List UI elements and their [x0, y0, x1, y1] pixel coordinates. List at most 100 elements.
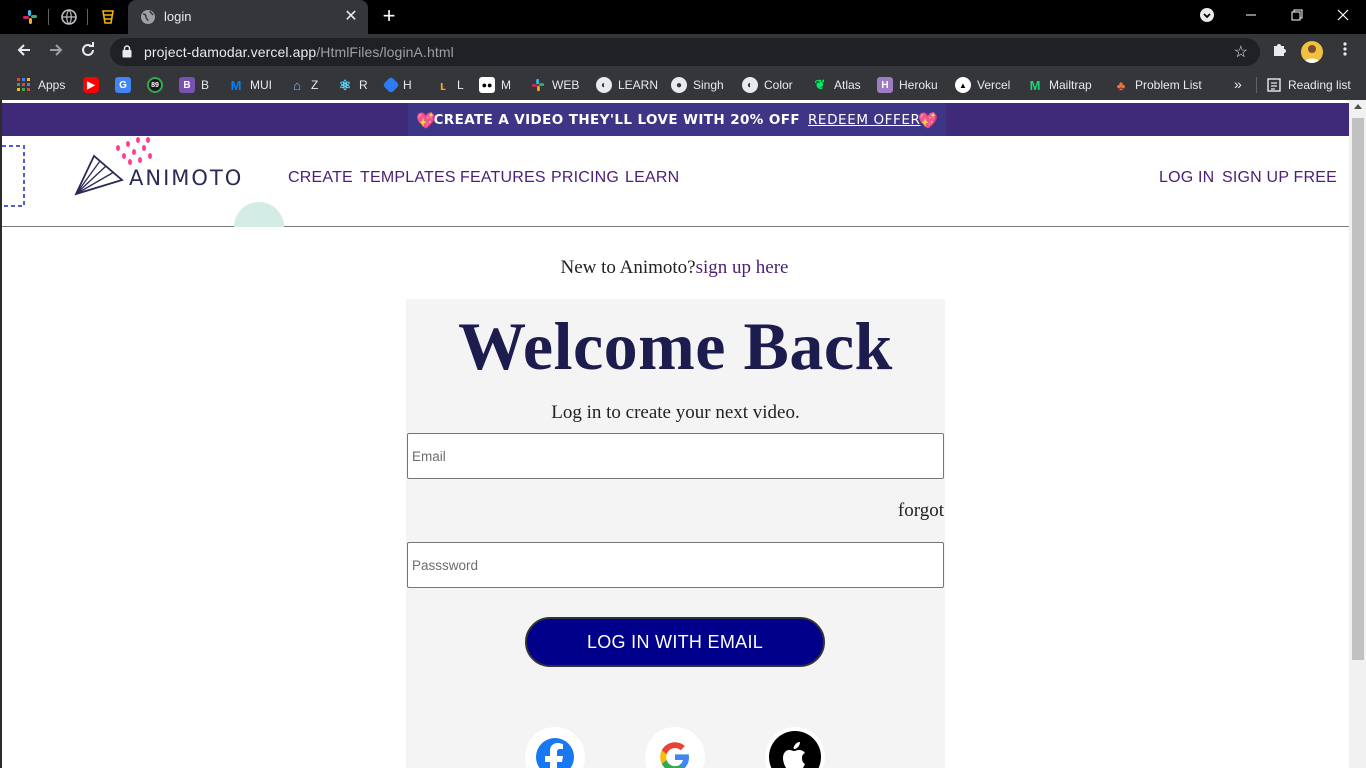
bookmark-heroku[interactable]: H Heroku	[877, 76, 938, 94]
bucket-icon	[102, 10, 114, 24]
chevron-down-icon	[1200, 8, 1214, 22]
person-icon	[1304, 45, 1320, 63]
restore-icon	[1291, 9, 1303, 21]
reload-button[interactable]	[75, 39, 101, 65]
reading-list-label: Reading list	[1288, 78, 1351, 92]
bookmark-singh[interactable]: ● Singh	[671, 76, 724, 94]
lock-icon[interactable]	[122, 45, 132, 58]
bookmark-r[interactable]: ⚛ R	[337, 76, 368, 94]
more-bookmarks-icon[interactable]: »	[1234, 76, 1242, 92]
bookmark-label: Heroku	[899, 78, 938, 92]
mailtrap-icon: M	[1029, 77, 1041, 93]
reading-list-button[interactable]: Reading list	[1266, 76, 1351, 94]
nav-templates[interactable]: TEMPLATES	[360, 169, 456, 187]
email-input[interactable]	[407, 433, 944, 479]
forgot-link[interactable]: forgot	[898, 500, 944, 522]
globe-icon: ◐	[596, 77, 612, 93]
bookmark-z[interactable]: ⌂ Z	[289, 76, 318, 94]
scroll-up-arrow-icon[interactable]	[1354, 104, 1362, 109]
arrow-left-icon	[17, 44, 30, 56]
bookmark-problem-list[interactable]: ♣ Problem List	[1113, 76, 1202, 94]
chrome-menu-button[interactable]	[1334, 41, 1356, 63]
signup-link[interactable]: sign up here	[696, 257, 789, 278]
facebook-icon	[536, 738, 574, 768]
google-icon	[660, 742, 689, 768]
hackerrank-icon	[382, 76, 400, 94]
bookmark-b[interactable]: BB	[179, 76, 209, 94]
mongodb-icon: ❦	[814, 77, 826, 92]
back-button[interactable]	[11, 39, 37, 65]
bookmark-label: R	[359, 78, 368, 92]
facebook-login-button[interactable]	[525, 727, 585, 768]
close-window-button[interactable]	[1320, 0, 1366, 30]
bookmark-learn[interactable]: ◐ LEARN	[596, 76, 658, 94]
extensions-button[interactable]	[1268, 41, 1290, 63]
pinned-tab-globe[interactable]	[51, 0, 87, 34]
bookmark-vercel[interactable]: ▲ Vercel	[955, 76, 1010, 94]
profile-avatar[interactable]	[1301, 41, 1323, 63]
tab-search-button[interactable]	[1184, 0, 1230, 30]
url-text[interactable]: project-damodar.vercel.app/HtmlFiles/log…	[144, 44, 454, 60]
bookmark-label: H	[403, 78, 412, 92]
pinned-tab-slack[interactable]	[12, 0, 48, 34]
login-card: Welcome Back Log in to create your next …	[406, 299, 945, 768]
google-login-button[interactable]	[645, 727, 705, 768]
vercel-icon: ▲	[955, 77, 971, 93]
new-tab-button[interactable]: +	[378, 5, 400, 28]
heart-icon: 💖	[918, 113, 938, 130]
welcome-title: Welcome Back	[458, 308, 893, 384]
nav-features[interactable]: FEATURES	[460, 169, 546, 187]
redeem-offer-link[interactable]: REDEEM OFFER	[808, 112, 921, 128]
forward-button[interactable]	[43, 39, 69, 65]
bookmark-label: Apps	[38, 78, 66, 92]
tab-divider	[48, 9, 49, 25]
bookmark-label: B	[201, 78, 210, 92]
github-icon: ●	[671, 77, 687, 93]
bookmark-mui[interactable]: M MUI	[228, 76, 272, 94]
animoto-logo[interactable]: ANIMOTO	[74, 137, 274, 202]
url-path: /HtmlFiles/loginA.html	[316, 44, 454, 60]
bookmark-web[interactable]: WEB	[530, 76, 579, 94]
bookmark-translate[interactable]: G	[115, 76, 137, 94]
nav-learn[interactable]: LEARN	[625, 169, 679, 187]
zomato-icon: ⌂	[293, 77, 301, 93]
nav-pricing[interactable]: PRICING	[551, 169, 619, 187]
logo-text: ANIMOTO	[129, 166, 244, 190]
address-bar[interactable]: project-damodar.vercel.app/HtmlFiles/log…	[110, 38, 1260, 66]
bookmark-youtube[interactable]: ▶	[83, 76, 105, 94]
header-signup-link[interactable]: SIGN UP FREE	[1222, 169, 1337, 187]
bookmark-apps[interactable]: Apps	[16, 76, 65, 94]
page-scrollbar[interactable]	[1349, 100, 1366, 768]
bookmark-mailtrap[interactable]: M Mailtrap	[1027, 76, 1092, 94]
puzzle-icon	[1274, 44, 1286, 56]
bookmark-label: L	[457, 78, 464, 92]
problem-list-icon: ♣	[1116, 77, 1126, 93]
login-with-email-button[interactable]: LOG IN WITH EMAIL	[525, 617, 825, 667]
bootstrap-icon: B	[179, 77, 195, 93]
signup-prompt: New to Animoto?sign up here	[0, 257, 1349, 279]
google-translate-icon: G	[115, 77, 131, 93]
badge-icon: 89	[147, 77, 163, 93]
bookmark-color[interactable]: ◐ Color	[742, 76, 793, 94]
promo-inner[interactable]: 💖 CREATE A VIDEO THEY'LL LOVE WITH 20% O…	[408, 103, 946, 136]
close-tab-icon[interactable]: ✕	[342, 8, 360, 26]
nav-create[interactable]: CREATE	[288, 169, 353, 187]
bookmark-label: WEB	[552, 78, 580, 92]
bookmark-label: M	[501, 78, 511, 92]
bookmark-atlas[interactable]: ❦ Atlas	[812, 76, 861, 94]
bookmark-h[interactable]: H	[382, 76, 412, 94]
password-input[interactable]	[407, 542, 944, 588]
bookmark-badge[interactable]: 89	[147, 76, 169, 94]
header-login-link[interactable]: LOG IN	[1159, 169, 1214, 187]
restore-button[interactable]	[1274, 0, 1320, 30]
bookmark-l[interactable]: ʟL	[435, 76, 464, 94]
pinned-tab-tool[interactable]	[90, 0, 126, 34]
login-content: New to Animoto?sign up here Welcome Back…	[0, 227, 1349, 768]
scrollbar-thumb[interactable]	[1352, 118, 1364, 660]
bookmark-m[interactable]: ●● M	[479, 76, 511, 94]
apple-login-button[interactable]	[765, 727, 825, 768]
bookmark-star-icon[interactable]: ☆	[1234, 42, 1248, 62]
minimize-button[interactable]	[1228, 0, 1274, 30]
tab-login[interactable]: login ✕	[128, 0, 368, 34]
bookmark-label: Singh	[693, 78, 724, 92]
